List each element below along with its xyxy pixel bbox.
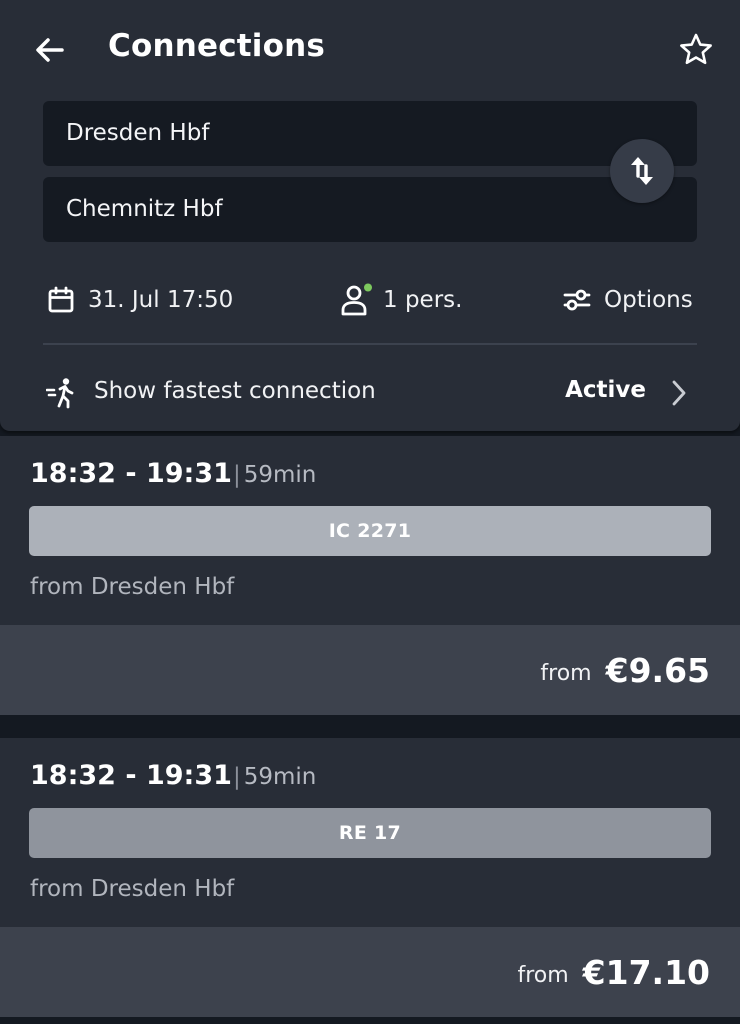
options-label: Options [604, 287, 693, 313]
destination-field[interactable]: Chemnitz Hbf [43, 177, 697, 242]
price-prefix: from [540, 660, 592, 686]
travelers-label: 1 pers. [383, 287, 463, 313]
price-value: €17.10 [582, 952, 710, 992]
traveler-status-dot [364, 283, 372, 292]
connection-times: 18:32 - 19:31 [30, 458, 232, 489]
connection-duration: | 59min [233, 764, 317, 790]
date-time-label: 31. Jul 17:50 [88, 287, 234, 313]
walking-fast-icon [46, 378, 74, 409]
divider [43, 343, 697, 345]
connection-card[interactable]: 18:32 - 19:31 | 59min RE 17 from Dresden … [0, 738, 740, 1017]
sliders-icon [563, 289, 591, 311]
departure-station: from Dresden Hbf [30, 876, 235, 902]
fastest-connection-label: Show fastest connection [94, 378, 376, 404]
price-panel[interactable]: from €17.10 [0, 927, 740, 1017]
duration-value: 59min [243, 462, 317, 488]
connection-times: 18:32 - 19:31 [30, 760, 232, 791]
date-time-selector[interactable]: 31. Jul 17:50 [46, 278, 233, 322]
swap-icon [631, 157, 653, 185]
calendar-icon [48, 286, 74, 313]
train-bar: IC 2271 [29, 506, 711, 556]
duration-value: 59min [243, 764, 317, 790]
chevron-right-icon [672, 380, 686, 406]
departure-station: from Dresden Hbf [30, 574, 235, 600]
travelers-selector[interactable]: 1 pers. [339, 278, 462, 322]
connection-card[interactable]: 18:32 - 19:31 | 59min IC 2271 from Dresde… [0, 436, 740, 715]
person-icon [341, 283, 372, 316]
page-title: Connections [108, 28, 326, 64]
back-arrow-icon[interactable] [32, 32, 68, 68]
swap-stations-button[interactable] [610, 139, 674, 203]
search-header: Connections Dresden Hbf Chemnitz Hbf 31.… [0, 0, 740, 431]
fastest-connection-status: Active [565, 377, 646, 403]
origin-field[interactable]: Dresden Hbf [43, 101, 697, 166]
price-panel[interactable]: from €9.65 [0, 625, 740, 715]
fastest-connection-row[interactable]: Show fastest connection Active [46, 370, 696, 416]
train-bar: RE 17 [29, 808, 711, 858]
options-button[interactable]: Options [562, 278, 693, 322]
star-icon[interactable] [677, 31, 715, 69]
price-value: €9.65 [605, 650, 710, 690]
price-prefix: from [517, 962, 569, 988]
connection-duration: | 59min [233, 462, 317, 488]
